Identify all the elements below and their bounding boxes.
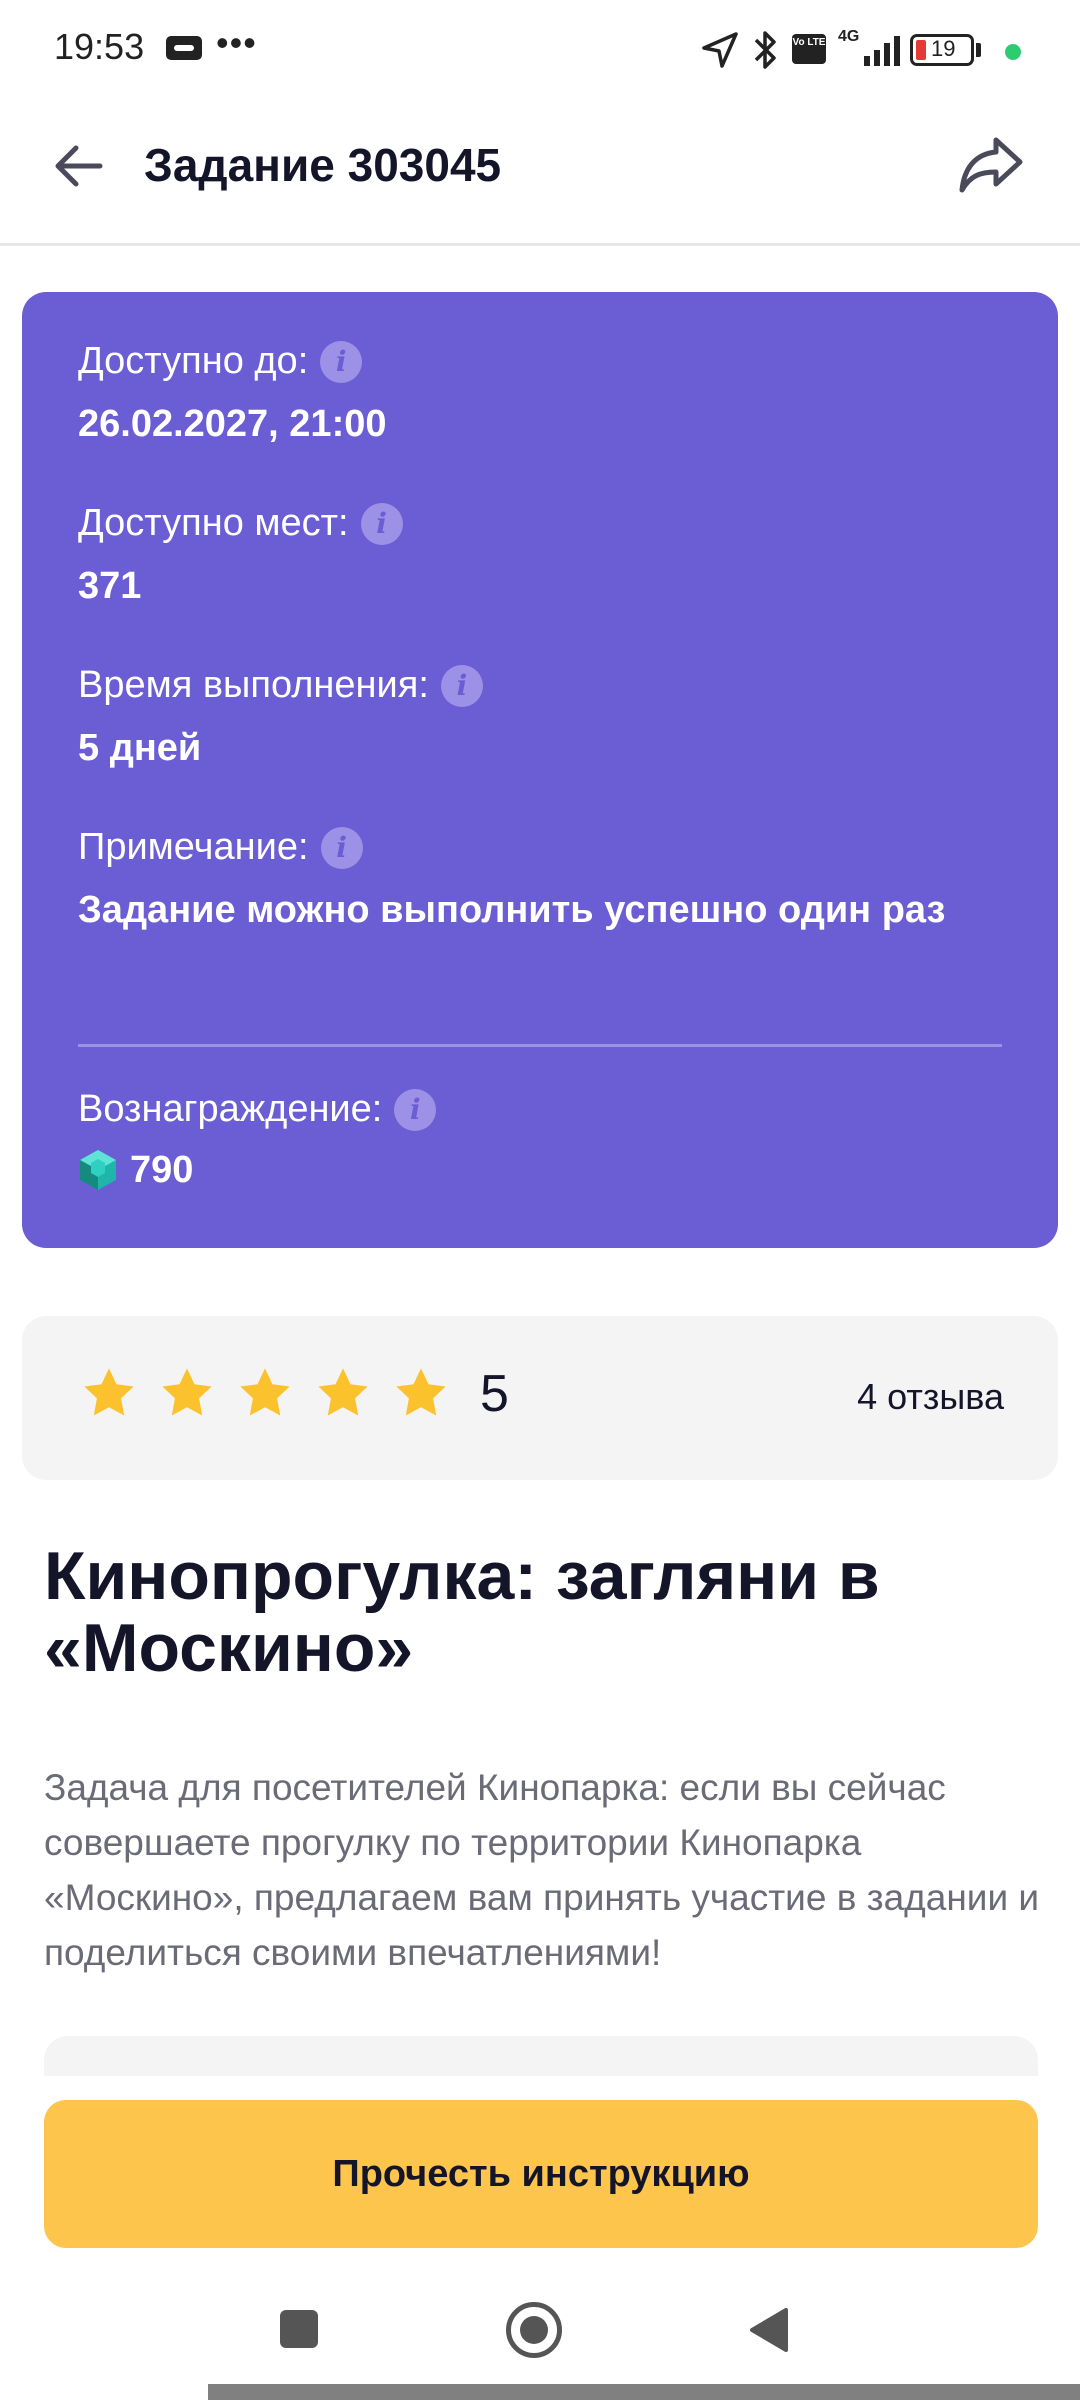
places-label: Доступно мест: [78,502,349,544]
divider [78,1044,1002,1047]
duration-block: Время выполнения: i 5 дней [78,664,483,775]
star-icon [84,1368,134,1416]
share-button[interactable] [956,134,1026,198]
reward-label: Вознаграждение: [78,1088,383,1130]
places-block: Доступно мест: i 371 [78,502,403,613]
task-description: Задача для посетителей Кинопарка: если в… [44,1767,1040,1973]
reviews-link[interactable]: 4 отзыва [857,1376,1004,1418]
signal-icon [864,36,900,66]
arrow-left-icon [55,145,103,187]
system-nav-bar [0,2268,1080,2400]
star-icon [162,1368,212,1416]
info-icon[interactable]: i [320,340,363,383]
call-icon [166,36,202,60]
gem-icon [80,1150,116,1190]
recent-apps-icon[interactable] [280,2310,318,2348]
back-button[interactable] [50,136,110,196]
notification-dots: ••• [216,22,257,63]
note-label: Примечание: [78,826,309,868]
battery-tip [976,43,981,57]
task-info-card: Доступно до: i 26.02.2027, 21:00 Доступн… [22,292,1058,1248]
star-icon [318,1368,368,1416]
volte-icon: Vo LTE [792,34,826,64]
content-block [44,2036,1038,2076]
rating-value: 5 [480,1365,509,1423]
location-icon [702,32,738,68]
network-type: 4G [838,28,860,45]
reward-row: 790 [78,1143,436,1197]
duration-label: Время выполнения: [78,664,429,706]
status-icons: Vo LTE 4G 19 [700,26,1080,76]
places-value: 371 [78,565,142,607]
note-block: Примечание: i Задание можно выполнить ус… [78,826,1002,937]
rating-card[interactable]: 5 4 отзыва [22,1316,1058,1480]
rating-stars [80,1364,470,1422]
duration-value: 5 дней [78,727,202,769]
available-until-block: Доступно до: i 26.02.2027, 21:00 [78,340,387,451]
info-icon[interactable]: i [320,826,363,869]
gesture-handle[interactable] [208,2384,1080,2400]
note-value: Задание можно выполнить успешно один раз [78,889,946,931]
info-icon[interactable]: i [394,1088,437,1131]
privacy-dot-icon [1005,44,1021,60]
back-icon[interactable] [748,2306,790,2354]
battery-level: 19 [931,36,956,61]
bluetooth-icon [754,31,776,69]
reward-block: Вознаграждение: i 790 [78,1088,437,1197]
page-title: Задание 303045 [144,139,502,191]
star-icon [240,1368,290,1416]
task-title: Кинопрогулка: загляни в «Москино» [44,1538,880,1686]
info-icon[interactable]: i [440,664,483,707]
battery-icon: 19 [910,34,974,66]
read-instructions-button[interactable]: Прочесть инструкцию [44,2100,1038,2248]
app-header: Задание 303045 [0,100,1080,246]
star-icon [396,1368,446,1416]
home-icon[interactable] [506,2302,562,2358]
available-until-value: 26.02.2027, 21:00 [78,403,387,445]
status-bar: 19:53 ••• Vo LTE 4G 19 [0,0,1080,100]
reward-value: 790 [130,1149,194,1191]
status-time: 19:53 [54,26,145,67]
share-icon [959,137,1023,193]
available-until-label: Доступно до: [78,340,309,382]
info-icon[interactable]: i [360,502,403,545]
